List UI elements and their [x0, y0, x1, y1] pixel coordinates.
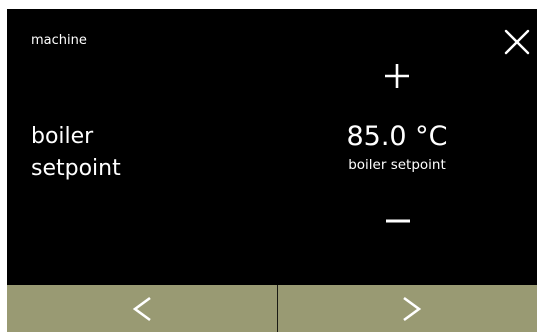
parameter-name-line2: setpoint	[31, 156, 121, 181]
next-button[interactable]	[278, 285, 537, 332]
plus-icon	[385, 64, 409, 88]
navigation-bar	[7, 285, 537, 332]
value-display: 85.0 °C boiler setpoint	[307, 119, 487, 175]
chevron-right-icon	[403, 296, 422, 322]
parameter-name-line1: boiler	[31, 124, 94, 149]
setpoint-label: boiler setpoint	[348, 157, 446, 173]
close-icon	[504, 29, 530, 55]
close-button[interactable]	[504, 29, 530, 55]
minus-icon	[386, 219, 410, 223]
previous-button[interactable]	[7, 285, 277, 332]
settings-screen: machine boiler setpoint 85.0 °C boiler s…	[7, 9, 537, 332]
increase-button[interactable]	[382, 61, 412, 91]
parameter-name: boiler setpoint	[31, 121, 121, 185]
decrease-button[interactable]	[383, 212, 413, 224]
menu-title: machine	[31, 33, 87, 48]
chevron-left-icon	[132, 296, 151, 322]
setpoint-value: 85.0 °C	[346, 121, 448, 152]
